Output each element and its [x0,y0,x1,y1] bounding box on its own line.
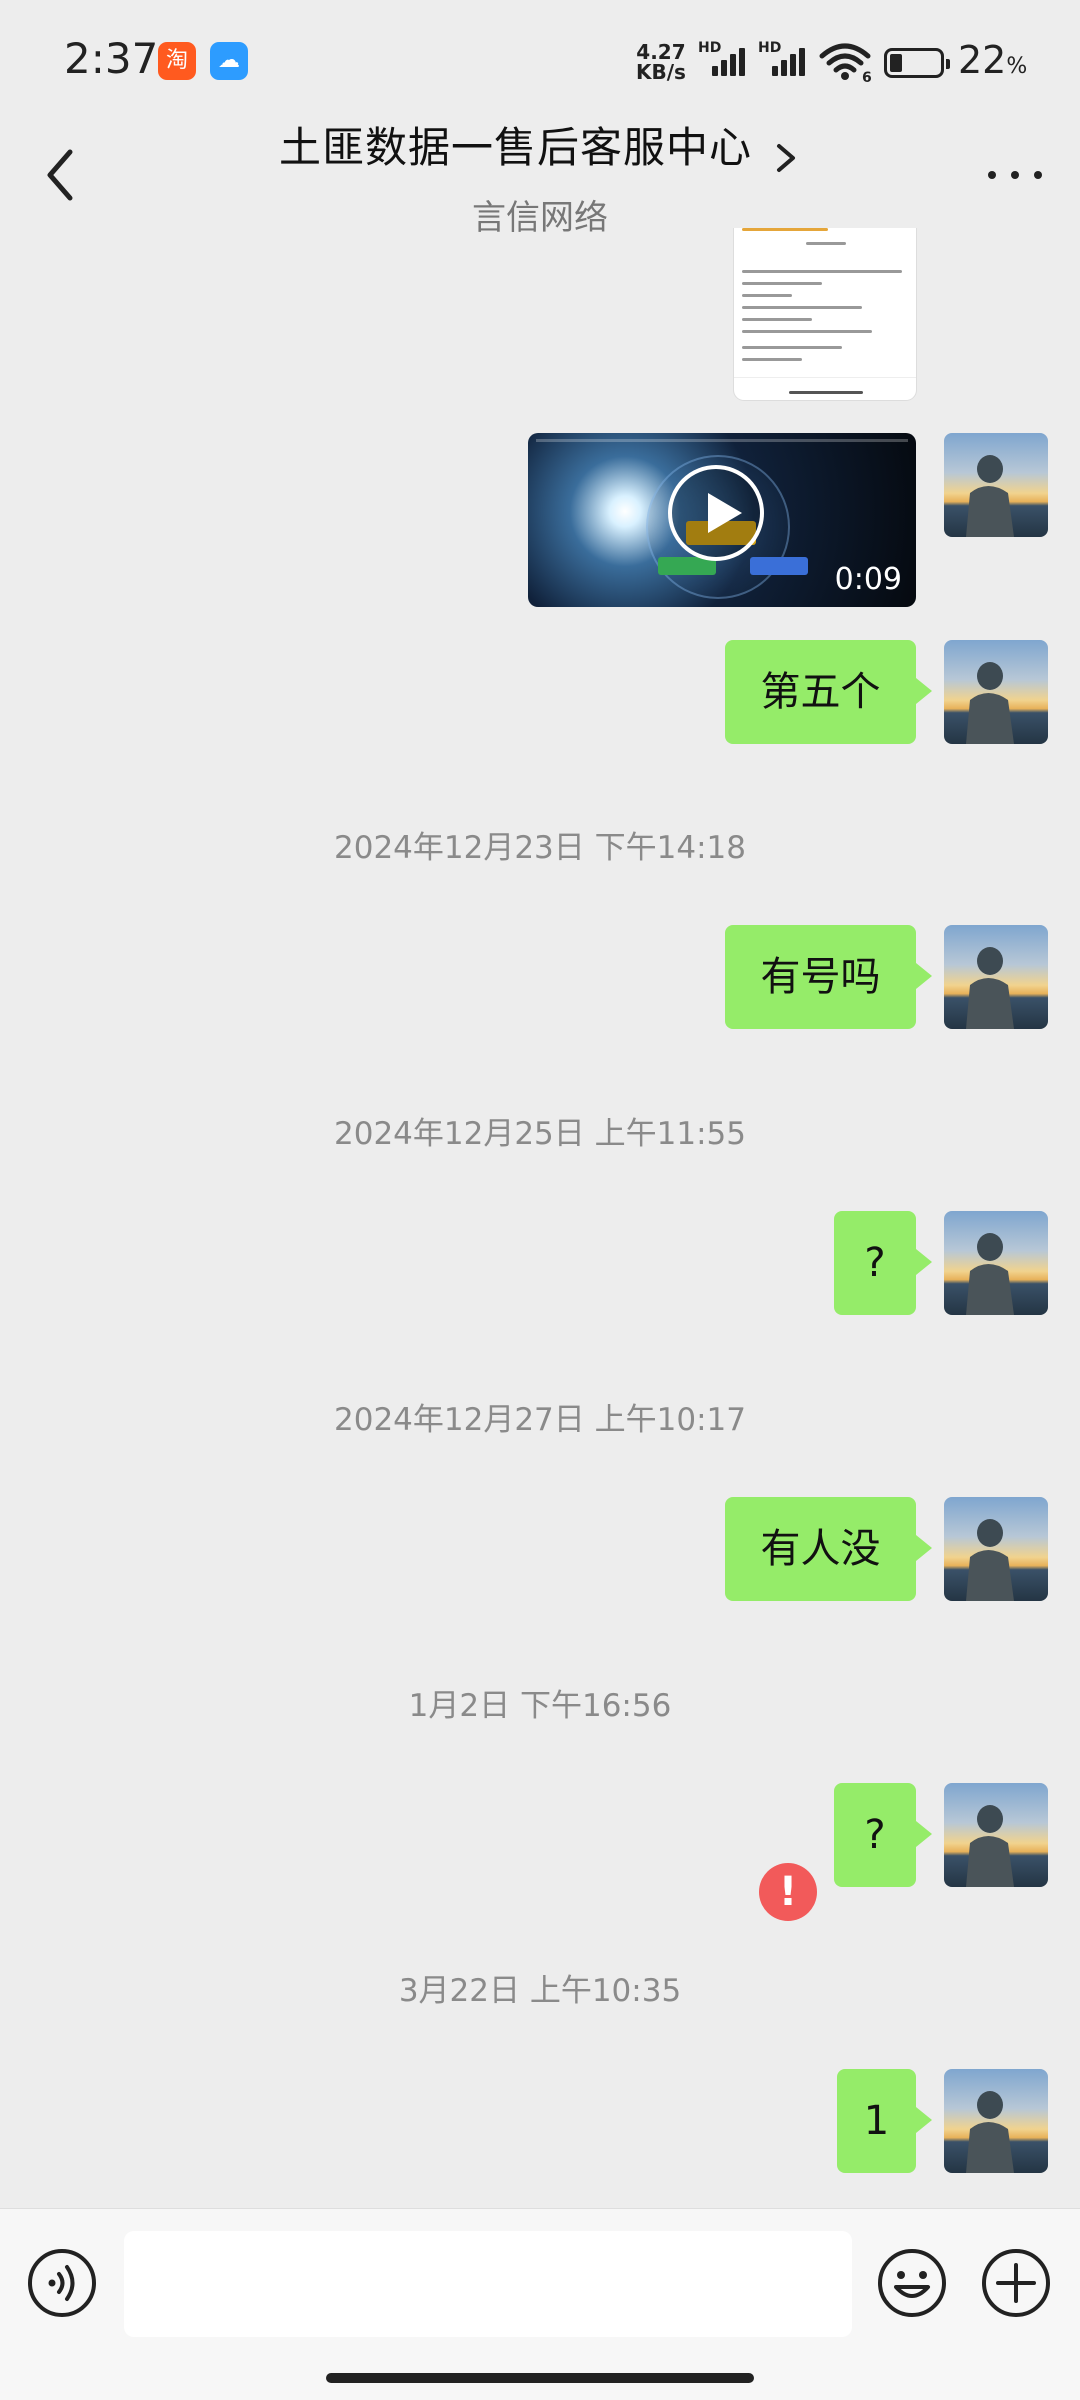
status-bar: 2:37 淘 ☁ 4.27 KB/s HD HD 6 22% [0,0,1080,120]
message-bubble[interactable]: ? [834,1211,932,1315]
back-button[interactable] [30,130,100,220]
voice-button[interactable] [26,2247,98,2319]
chat-screen: 2:37 淘 ☁ 4.27 KB/s HD HD 6 22% 土匪数据一售后客服… [0,0,1080,2400]
network-speed: 4.27 KB/s [636,42,686,82]
status-time: 2:37 [64,34,159,83]
timestamp: 2024年12月23日 下午14:18 [334,830,746,866]
screenshot-image-message[interactable] [734,228,916,400]
wifi-badge: 6 [862,70,872,82]
chat-title: 土匪数据一售后客服中心 [278,123,752,172]
message-bubble[interactable]: ? [834,1783,932,1887]
message-input[interactable] [124,2231,852,2337]
avatar[interactable] [944,2069,1048,2173]
avatar[interactable] [944,1211,1048,1315]
hd-label: HD [698,40,722,56]
avatar[interactable] [944,433,1048,537]
timestamp: 1月2日 下午16:56 [408,1688,672,1724]
battery-percent: 22% [958,38,1028,82]
message-bubble[interactable]: 第五个 [725,640,932,744]
battery-icon [884,48,950,78]
signal-icon: HD [698,40,752,80]
chevron-right-icon [777,143,796,172]
timestamp: 2024年12月25日 上午11:55 [334,1116,746,1152]
wifi-icon: 6 [819,43,872,82]
avatar[interactable] [944,640,1048,744]
avatar[interactable] [944,1497,1048,1601]
signal-icon: HD [758,40,812,80]
network-speed-unit: KB/s [636,60,686,84]
send-failed-icon[interactable]: ! [759,1863,817,1921]
avatar[interactable] [944,925,1048,1029]
chat-header: 土匪数据一售后客服中心 言信网络 [0,110,1080,238]
taobao-icon: 淘 [158,42,196,80]
network-speed-value: 4.27 [636,40,686,64]
message-list[interactable]: 0:09 第五个 2024年12月23日 下午14:18 有号吗 2024年12… [0,228,1080,2208]
title-area[interactable]: 土匪数据一售后客服中心 言信网络 [200,114,880,239]
video-duration: 0:09 [834,562,902,597]
cloud-icon: ☁ [210,42,248,80]
more-button[interactable] [980,140,1050,210]
hd-label: HD [758,40,782,56]
input-bar [0,2208,1080,2400]
avatar[interactable] [944,1783,1048,1887]
video-message[interactable]: 0:09 [528,433,916,607]
home-indicator[interactable] [326,2373,754,2383]
emoji-button[interactable] [876,2247,948,2319]
timestamp: 3月22日 上午10:35 [398,1973,682,2009]
plus-button[interactable] [980,2247,1052,2319]
message-bubble[interactable]: 有号吗 [725,925,932,1029]
play-icon[interactable] [668,465,764,561]
timestamp: 2024年12月27日 上午10:17 [334,1402,746,1438]
message-bubble[interactable]: 1 [837,2069,932,2173]
message-bubble[interactable]: 有人没 [725,1497,932,1601]
